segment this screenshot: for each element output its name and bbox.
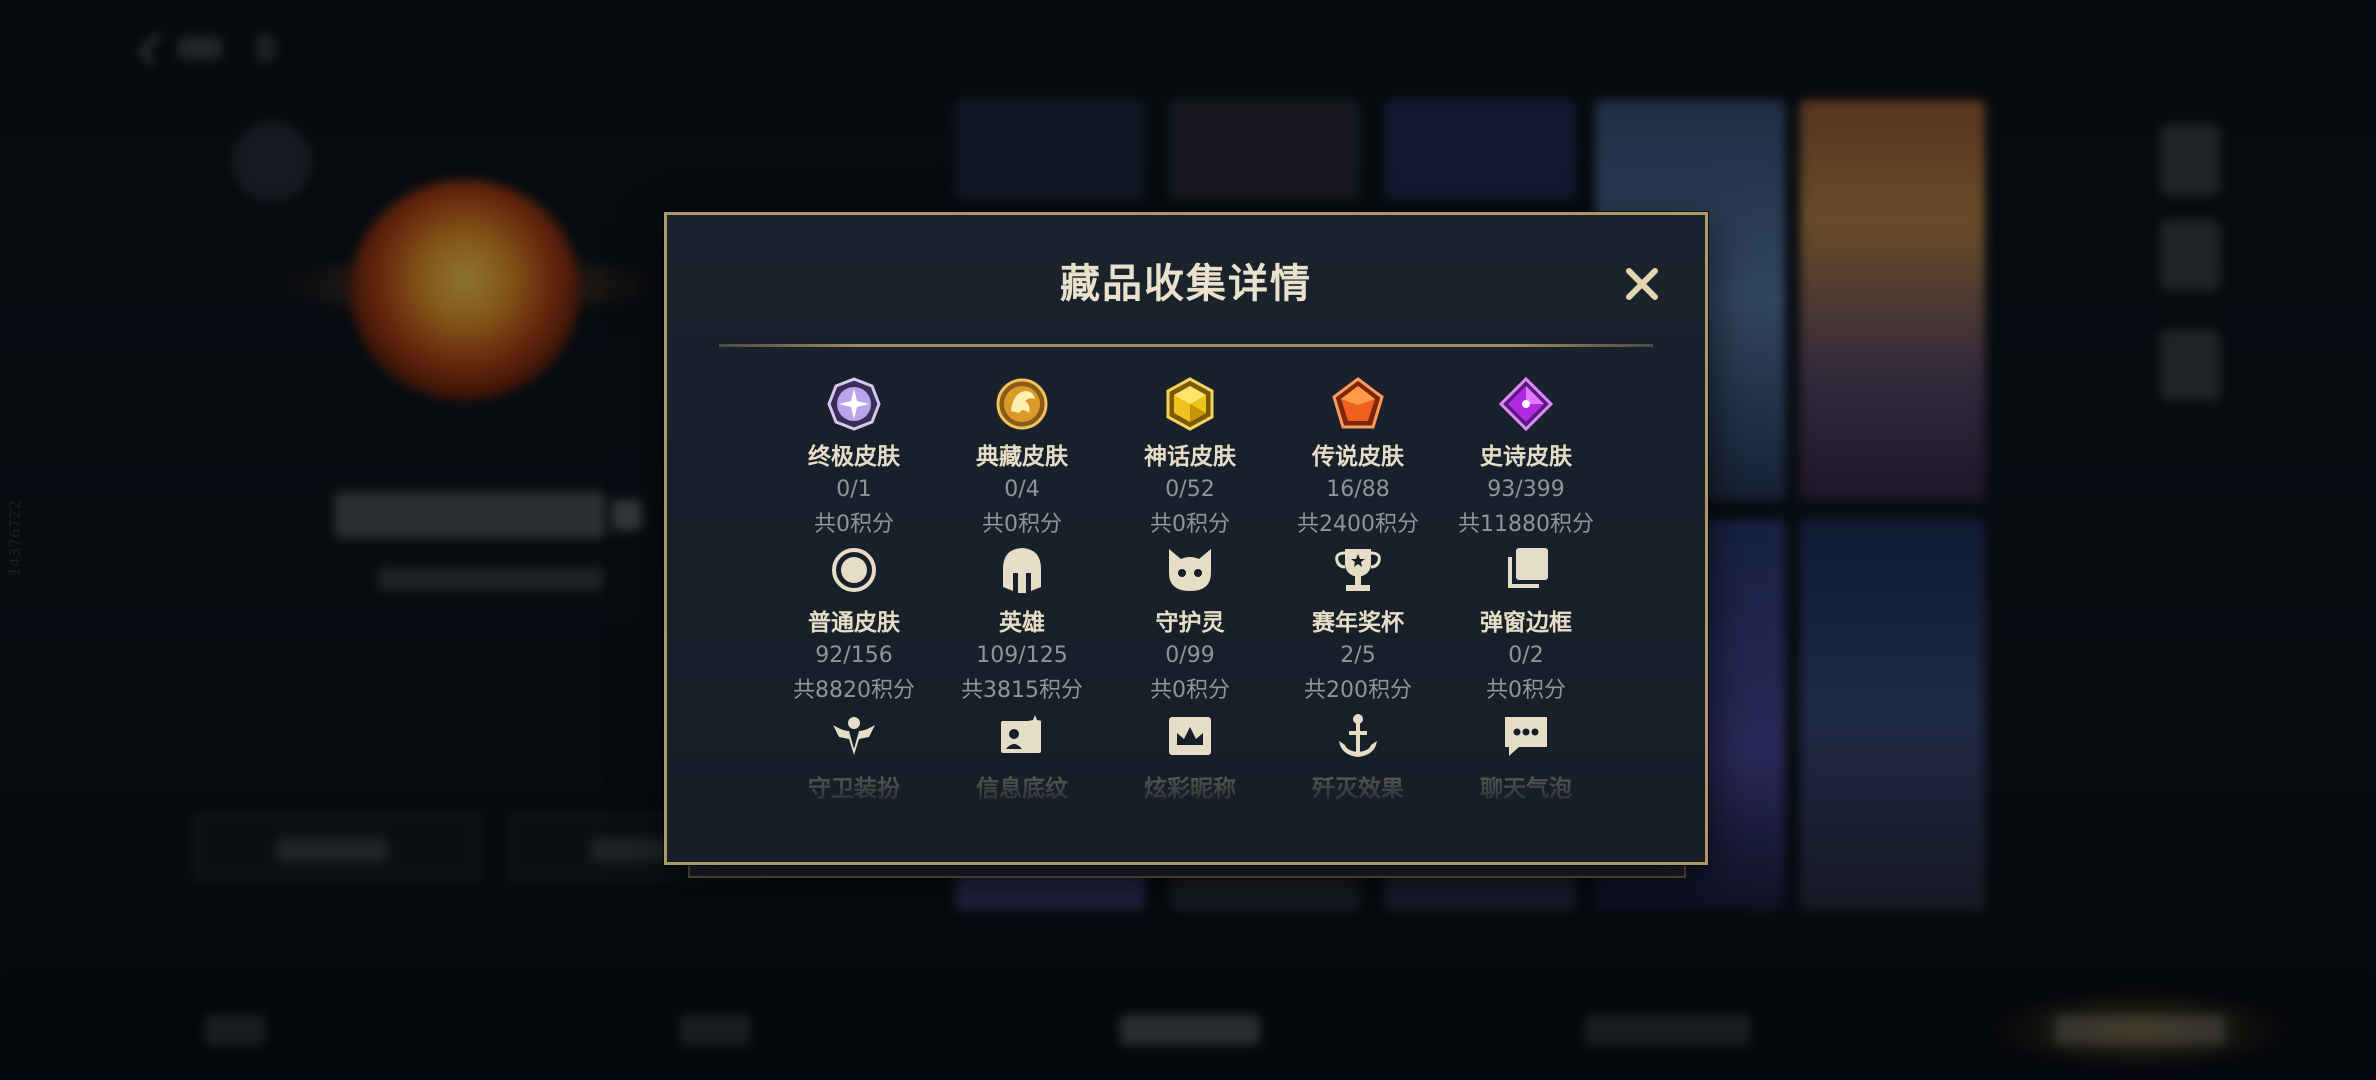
item-name: 信息底纹 [976, 776, 1068, 802]
item-name: 弹窗边框 [1480, 610, 1572, 636]
collection-item-hero[interactable]: 英雄 109/125 共3815积分 [938, 541, 1106, 707]
collection-item-popup-frame[interactable]: 弹窗边框 0/2 共0积分 [1442, 541, 1610, 707]
item-name: 史诗皮肤 [1480, 444, 1572, 470]
item-name: 炫彩昵称 [1144, 776, 1236, 802]
collection-item-legendary-skin[interactable]: 传说皮肤 16/88 共2400积分 [1274, 375, 1442, 541]
collection-item-season-trophy[interactable]: 赛年奖杯 2/5 共200积分 [1274, 541, 1442, 707]
collection-item-collector-skin[interactable]: 典藏皮肤 0/4 共0积分 [938, 375, 1106, 541]
item-name: 典藏皮肤 [976, 444, 1068, 470]
collection-item-guardian-outfit[interactable]: 守卫装扮 [770, 707, 938, 873]
item-name: 守护灵 [1155, 610, 1225, 636]
item-name: 守卫装扮 [808, 776, 900, 802]
dialog-title: 藏品收集详情 [1060, 261, 1312, 307]
item-name: 歼灭效果 [1312, 776, 1404, 802]
item-name: 神话皮肤 [1144, 444, 1236, 470]
item-points: 共0积分 [1486, 678, 1566, 703]
item-count: 2/5 [1340, 643, 1376, 668]
item-count: 0/2 [1508, 643, 1544, 668]
mythic-skin-icon [1163, 377, 1217, 431]
collection-item-elimination-effect[interactable]: 歼灭效果 [1274, 707, 1442, 873]
title-divider [719, 344, 1653, 347]
item-points: 共2400积分 [1297, 512, 1419, 537]
item-name: 赛年奖杯 [1312, 610, 1404, 636]
close-icon[interactable] [1621, 263, 1663, 305]
collection-item-guardian-spirit[interactable]: 守护灵 0/99 共0积分 [1106, 541, 1274, 707]
collection-item-epic-skin[interactable]: 史诗皮肤 93/399 共11880积分 [1442, 375, 1610, 541]
elimination-effect-icon [1331, 709, 1385, 763]
collection-grid: 终极皮肤 0/1 共0积分 典藏皮肤 0/4 共0积分 神话皮肤 0/52 共0… [770, 375, 1610, 873]
item-points: 共8820积分 [793, 678, 915, 703]
item-count: 93/399 [1487, 477, 1565, 502]
chat-bubble-icon [1499, 709, 1553, 763]
collection-detail-dialog: 藏品收集详情 终极皮肤 0/1 共0积分 典藏皮肤 0/4 共0积分 神话皮肤 … [664, 212, 1708, 865]
item-count: 0/99 [1165, 643, 1215, 668]
ultimate-skin-icon [827, 377, 881, 431]
normal-skin-icon [827, 543, 881, 597]
item-points: 共11880积分 [1458, 512, 1594, 537]
item-count: 92/156 [815, 643, 893, 668]
item-count: 0/52 [1165, 477, 1215, 502]
collector-skin-icon [995, 377, 1049, 431]
item-name: 传说皮肤 [1312, 444, 1404, 470]
item-count: 109/125 [976, 643, 1068, 668]
close-button[interactable] [1621, 263, 1663, 305]
item-count: 0/4 [1004, 477, 1040, 502]
item-points: 共0积分 [1150, 512, 1230, 537]
item-name: 英雄 [999, 610, 1045, 636]
season-trophy-icon [1331, 543, 1385, 597]
popup-frame-icon [1499, 543, 1553, 597]
collection-item-normal-skin[interactable]: 普通皮肤 92/156 共8820积分 [770, 541, 938, 707]
guardian-spirit-icon [1163, 543, 1217, 597]
item-count: 0/1 [836, 477, 872, 502]
item-name: 聊天气泡 [1480, 776, 1572, 802]
item-name: 普通皮肤 [808, 610, 900, 636]
collection-item-chat-bubble[interactable]: 聊天气泡 [1442, 707, 1610, 873]
item-points: 共0积分 [982, 512, 1062, 537]
item-points: 共0积分 [1150, 678, 1230, 703]
item-name: 终极皮肤 [808, 444, 900, 470]
collection-item-info-card[interactable]: 信息底纹 [938, 707, 1106, 873]
item-points: 共3815积分 [961, 678, 1083, 703]
item-points: 共0积分 [814, 512, 894, 537]
collection-item-mythic-skin[interactable]: 神话皮肤 0/52 共0积分 [1106, 375, 1274, 541]
collection-item-ultimate-skin[interactable]: 终极皮肤 0/1 共0积分 [770, 375, 938, 541]
item-points: 共200积分 [1304, 678, 1412, 703]
legendary-skin-icon [1331, 377, 1385, 431]
colorful-nickname-icon [1163, 709, 1217, 763]
collection-item-colorful-nickname[interactable]: 炫彩昵称 [1106, 707, 1274, 873]
item-count: 16/88 [1326, 477, 1390, 502]
guardian-outfit-icon [827, 709, 881, 763]
info-card-icon [995, 709, 1049, 763]
epic-skin-icon [1499, 377, 1553, 431]
hero-helmet-icon [995, 543, 1049, 597]
